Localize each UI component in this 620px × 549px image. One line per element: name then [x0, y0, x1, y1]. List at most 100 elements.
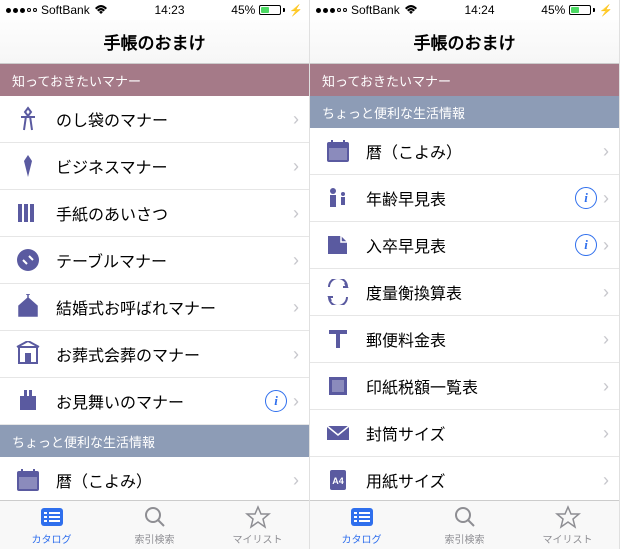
- list-row[interactable]: お葬式会葬のマナー›: [0, 331, 309, 378]
- tab-catalog[interactable]: カタログ: [0, 501, 103, 549]
- tab-label: マイリスト: [543, 531, 593, 546]
- row-label: のし袋のマナー: [56, 107, 293, 131]
- battery-icon: [259, 5, 285, 15]
- section-header-manner: 知っておきたいマナー: [0, 64, 309, 96]
- screen-left: SoftBank 14:23 45% ⚡ 手帳のおまけ 知っておきたいマナー の…: [0, 0, 310, 549]
- star-icon: [555, 505, 581, 529]
- chevron-right-icon: ›: [603, 141, 609, 162]
- list-row[interactable]: ビジネスマナー›: [0, 143, 309, 190]
- tab-search[interactable]: 索引検索: [103, 501, 206, 549]
- list-row[interactable]: 手紙のあいさつ›: [0, 190, 309, 237]
- tab-catalog[interactable]: カタログ: [310, 501, 413, 549]
- list-content[interactable]: 知っておきたいマナー ちょっと便利な生活情報 暦（こよみ）› 年齢早見表i› 入…: [310, 64, 619, 500]
- svg-text:A4: A4: [332, 476, 344, 486]
- noshi-icon: [14, 105, 42, 133]
- list-row[interactable]: 結婚式お呼ばれマナー›: [0, 284, 309, 331]
- screen-right: SoftBank 14:24 45% ⚡ 手帳のおまけ 知っておきたいマナー ち…: [310, 0, 620, 549]
- list-row[interactable]: 印紙税額一覧表›: [310, 363, 619, 410]
- chevron-right-icon: ›: [603, 282, 609, 303]
- funeral-icon: [14, 340, 42, 368]
- row-label: お葬式会葬のマナー: [56, 342, 293, 366]
- envelope-icon: [324, 419, 352, 447]
- tab-search[interactable]: 索引検索: [413, 501, 516, 549]
- battery-icon: [569, 5, 595, 15]
- calendar-icon: [324, 137, 352, 165]
- status-bar: SoftBank 14:23 45% ⚡: [0, 0, 309, 20]
- tab-label: マイリスト: [233, 531, 283, 546]
- list-row[interactable]: お見舞いのマナーi ›: [0, 378, 309, 425]
- list-row[interactable]: 暦（こよみ）›: [0, 457, 309, 500]
- chevron-right-icon: ›: [293, 203, 299, 224]
- charging-icon: ⚡: [599, 4, 613, 17]
- list-row[interactable]: 入卒早見表i ›: [310, 222, 619, 269]
- tab-bar: カタログ 索引検索 マイリスト: [310, 500, 619, 549]
- chevron-right-icon: ›: [603, 329, 609, 350]
- wifi-icon: [404, 5, 418, 15]
- chevron-right-icon: ›: [603, 423, 609, 444]
- row-label: ビジネスマナー: [56, 154, 293, 178]
- list-row[interactable]: 暦（こよみ）›: [310, 128, 619, 175]
- list-row[interactable]: A4用紙サイズ›: [310, 457, 619, 500]
- row-label: 度量衡換算表: [366, 280, 603, 304]
- battery-percent: 45%: [231, 3, 255, 17]
- page-title: 手帳のおまけ: [104, 29, 206, 54]
- stamp-icon: [324, 372, 352, 400]
- row-label: 印紙税額一覧表: [366, 374, 603, 398]
- battery-percent: 45%: [541, 3, 565, 17]
- row-label: お見舞いのマナー: [56, 389, 265, 413]
- tab-bar: カタログ 索引検索 マイリスト: [0, 500, 309, 549]
- chevron-right-icon: ›: [603, 235, 609, 256]
- list-icon: [39, 505, 65, 529]
- chevron-right-icon: ›: [603, 376, 609, 397]
- row-label: 手紙のあいさつ: [56, 201, 293, 225]
- info-icon[interactable]: i: [265, 390, 287, 412]
- list-row[interactable]: テーブルマナー›: [0, 237, 309, 284]
- list-row[interactable]: 度量衡換算表›: [310, 269, 619, 316]
- search-icon: [452, 505, 478, 529]
- carrier-label: SoftBank: [351, 3, 400, 17]
- section-header-manner: 知っておきたいマナー: [310, 64, 619, 96]
- row-label: 結婚式お呼ばれマナー: [56, 295, 293, 319]
- star-icon: [245, 505, 271, 529]
- list-row[interactable]: 郵便料金表›: [310, 316, 619, 363]
- table-icon: [14, 246, 42, 274]
- list-row[interactable]: のし袋のマナー›: [0, 96, 309, 143]
- chevron-right-icon: ›: [603, 188, 609, 209]
- signal-dots-icon: [316, 8, 347, 13]
- visit-icon: [14, 387, 42, 415]
- paper-icon: A4: [324, 466, 352, 494]
- row-label: 封筒サイズ: [366, 421, 603, 445]
- row-label: 暦（こよみ）: [56, 468, 293, 492]
- wedding-icon: [14, 293, 42, 321]
- calendar-icon: [14, 466, 42, 494]
- info-icon[interactable]: i: [575, 187, 597, 209]
- chevron-right-icon: ›: [293, 297, 299, 318]
- chevron-right-icon: ›: [293, 391, 299, 412]
- chevron-right-icon: ›: [293, 156, 299, 177]
- list-icon: [349, 505, 375, 529]
- info-icon[interactable]: i: [575, 234, 597, 256]
- carrier-label: SoftBank: [41, 3, 90, 17]
- nav-header: 手帳のおまけ: [0, 20, 309, 64]
- tab-label: 索引検索: [135, 531, 175, 546]
- charging-icon: ⚡: [289, 4, 303, 17]
- business-icon: [14, 152, 42, 180]
- chevron-right-icon: ›: [293, 344, 299, 365]
- row-label: 入卒早見表: [366, 233, 575, 257]
- row-label: 年齢早見表: [366, 186, 575, 210]
- row-label: テーブルマナー: [56, 248, 293, 272]
- chevron-right-icon: ›: [293, 470, 299, 491]
- signal-dots-icon: [6, 8, 37, 13]
- tab-mylist[interactable]: マイリスト: [206, 501, 309, 549]
- tab-mylist[interactable]: マイリスト: [516, 501, 619, 549]
- age-icon: [324, 184, 352, 212]
- search-icon: [142, 505, 168, 529]
- letter-icon: [14, 199, 42, 227]
- clock-label: 14:23: [154, 3, 184, 17]
- list-row[interactable]: 年齢早見表i ›: [310, 175, 619, 222]
- list-content[interactable]: 知っておきたいマナー のし袋のマナー› ビジネスマナー› 手紙のあいさつ› テー…: [0, 64, 309, 500]
- tab-label: 索引検索: [445, 531, 485, 546]
- list-row[interactable]: 封筒サイズ›: [310, 410, 619, 457]
- postal-icon: [324, 325, 352, 353]
- page-title: 手帳のおまけ: [414, 29, 516, 54]
